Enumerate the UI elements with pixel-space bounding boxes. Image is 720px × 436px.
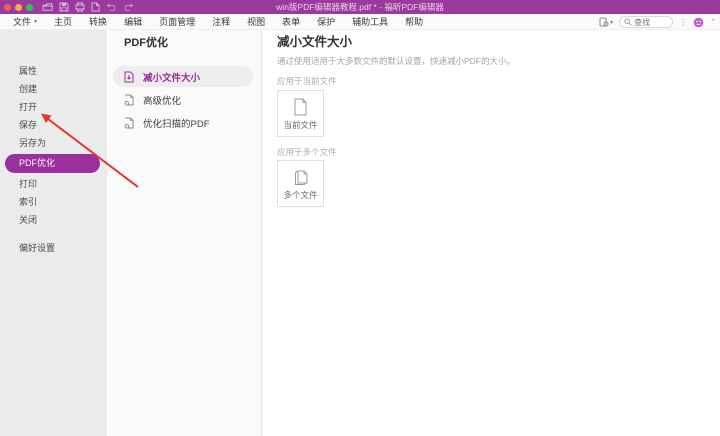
collapse-toolbar-icon[interactable]: ⌃: [710, 14, 716, 30]
section-label-current-file: 应用于当前文件: [277, 76, 720, 86]
save-icon[interactable]: [58, 0, 70, 14]
document-arrow-icon: [124, 71, 134, 83]
undo-icon[interactable]: [105, 0, 118, 14]
avatar-icon[interactable]: [693, 14, 704, 30]
single-file-icon: [293, 98, 308, 116]
menu-comment[interactable]: 注释: [212, 15, 230, 28]
menubar-right-cluster: ▾ ⋮ ⌃: [599, 14, 716, 30]
menu-page-management[interactable]: 页面管理: [159, 15, 195, 28]
search-icon: [624, 18, 632, 26]
document-gear-icon: [124, 94, 134, 106]
card-label: 多个文件: [283, 191, 317, 200]
section-label-multiple-files: 应用于多个文件: [277, 147, 720, 157]
sidebar-item-pdf-optimize[interactable]: PDF优化: [5, 154, 100, 173]
menu-view[interactable]: 视图: [247, 15, 265, 28]
panel-item-advanced-optimize[interactable]: 高级优化: [113, 89, 253, 110]
open-folder-icon[interactable]: [41, 0, 54, 14]
menu-accessibility-tools[interactable]: 辅助工具: [352, 15, 388, 28]
new-document-icon[interactable]: [90, 0, 101, 14]
panel-item-label: 优化扫描的PDF: [143, 116, 210, 130]
menu-convert[interactable]: 转换: [89, 15, 107, 28]
menubar: 文件 ▾ 主页 转换 编辑 页面管理 注释 视图 表单 保护 辅助工具 帮助 ▾…: [0, 14, 720, 30]
panel-item-optimize-scanned-pdf[interactable]: 优化扫描的PDF: [113, 112, 253, 133]
menu-protect[interactable]: 保护: [317, 15, 335, 28]
minimize-window-button[interactable]: [15, 4, 22, 11]
search-box[interactable]: [619, 16, 673, 28]
search-input[interactable]: [634, 18, 668, 27]
page-description: 通过使用适用于大多数文件的默认设置，快速减小PDF的大小。: [277, 56, 720, 66]
sidebar-item-save-as[interactable]: 另存为: [0, 134, 107, 152]
sidebar-item-preferences[interactable]: 偏好设置: [0, 239, 107, 257]
quick-toolbar: [41, 0, 135, 14]
sidebar-item-index[interactable]: 索引: [0, 193, 107, 211]
card-label: 当前文件: [283, 121, 317, 130]
menu-home[interactable]: 主页: [54, 15, 72, 28]
menu-file[interactable]: 文件 ▾: [13, 15, 37, 28]
sidebar-item-properties[interactable]: 属性: [0, 62, 107, 80]
document-gear-icon: [124, 117, 134, 129]
panel-item-label: 高级优化: [143, 93, 181, 107]
close-window-button[interactable]: [4, 4, 11, 11]
more-options-icon[interactable]: ⋮: [679, 14, 687, 30]
reduce-file-size-view: 减小文件大小 通过使用适用于大多数文件的默认设置，快速减小PDF的大小。 应用于…: [263, 30, 720, 436]
current-file-card[interactable]: 当前文件: [277, 90, 324, 137]
file-backstage-sidebar: 属性 创建 打开 保存 另存为 PDF优化 打印 索引 关闭 偏好设置: [0, 30, 107, 436]
page-title: 减小文件大小: [277, 36, 720, 49]
zoom-window-button[interactable]: [26, 4, 33, 11]
sidebar-item-close[interactable]: 关闭: [0, 211, 107, 229]
window-controls: [4, 4, 33, 11]
sidebar-item-create[interactable]: 创建: [0, 80, 107, 98]
multiple-files-card[interactable]: 多个文件: [277, 160, 324, 207]
panel-item-reduce-file-size[interactable]: 减小文件大小: [113, 66, 253, 87]
multiple-files-icon: [293, 168, 309, 186]
panel-item-label: 减小文件大小: [143, 70, 200, 84]
menu-form[interactable]: 表单: [282, 15, 300, 28]
chevron-down-icon: ▾: [34, 18, 37, 25]
menu-edit[interactable]: 编辑: [124, 15, 142, 28]
sidebar-item-save[interactable]: 保存: [0, 116, 107, 134]
page-view-tool-icon[interactable]: ▾: [599, 14, 613, 30]
print-icon[interactable]: [74, 0, 86, 14]
menu-help[interactable]: 帮助: [405, 15, 423, 28]
redo-icon[interactable]: [122, 0, 135, 14]
sidebar-item-print[interactable]: 打印: [0, 175, 107, 193]
titlebar: win版PDF编辑器教程.pdf * - 福昕PDF编辑器: [0, 0, 720, 14]
pdf-optimize-panel: PDF优化 减小文件大小 高级优化 优化扫描的PDF: [107, 30, 262, 436]
panel-list: 减小文件大小 高级优化 优化扫描的PDF: [107, 66, 261, 133]
panel-title: PDF优化: [124, 36, 261, 50]
chevron-down-icon: ▾: [610, 19, 613, 26]
sidebar-item-open[interactable]: 打开: [0, 98, 107, 116]
